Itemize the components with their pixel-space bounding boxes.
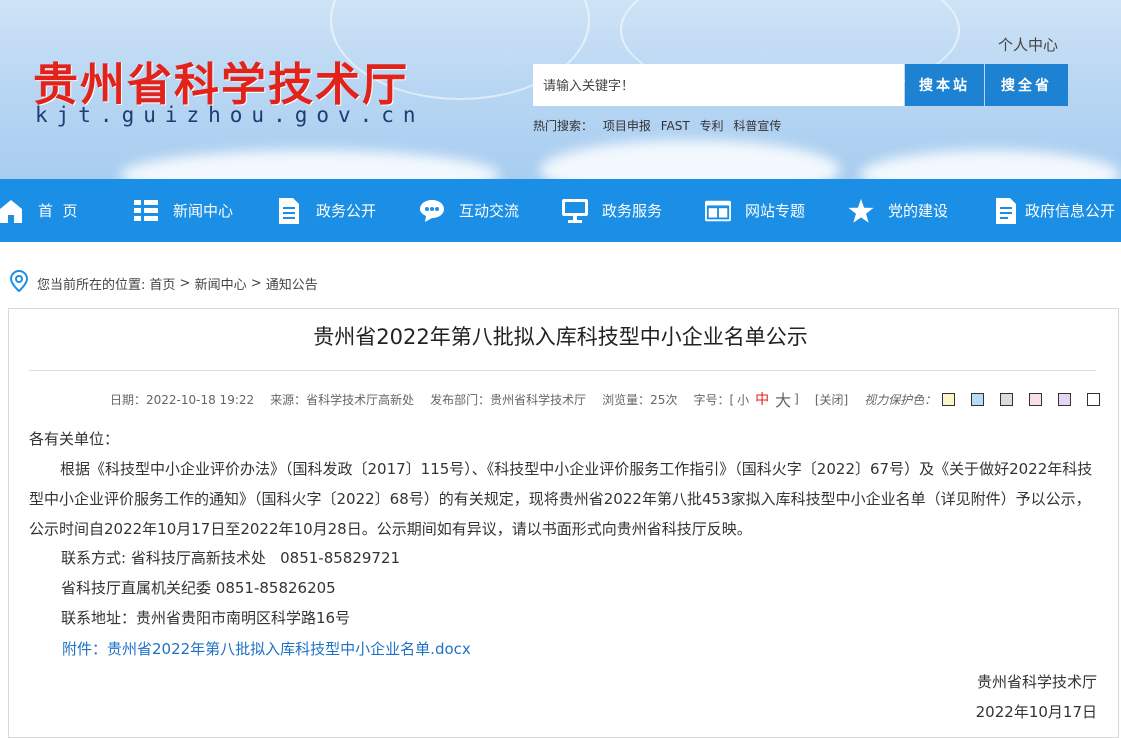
meta-dept: 发布部门：贵州省科学技术厅 — [430, 392, 587, 407]
eye-color-blue[interactable] — [971, 392, 985, 406]
title-divider — [29, 370, 1096, 371]
nav-label: 互动交流 — [459, 202, 520, 220]
chat-bubble-icon — [419, 198, 445, 224]
breadcrumb-item-notice[interactable]: 通知公告 — [266, 274, 318, 293]
hot-search-term[interactable]: 科普宣传 — [733, 119, 781, 133]
nav-label: 政务公开 — [316, 202, 377, 220]
nav-label: 政务服务 — [602, 202, 663, 220]
font-size-medium[interactable]: 中 — [755, 389, 769, 409]
hot-search-term[interactable]: FAST — [661, 119, 690, 133]
search-site-button[interactable]: 搜本站 — [905, 64, 984, 106]
nav-item-topics[interactable]: 网站专题 — [705, 179, 805, 242]
meta-date: 日期：2022-10-18 19:22 — [110, 392, 255, 407]
breadcrumb: 您当前所在的位置: 首页 > 新闻中心 > 通知公告 — [9, 269, 318, 296]
home-icon — [0, 198, 24, 224]
star-icon — [848, 198, 874, 224]
font-size-close-bracket: ] — [794, 392, 799, 406]
location-pin-icon — [9, 269, 29, 296]
article-title: 贵州省2022年第八批拟入库科技型中小企业名单公示 — [313, 325, 808, 349]
cloud-decoration — [860, 150, 1120, 179]
site-header: 贵州省科学技术厅 kjt.guizhou.gov.cn 个人中心 搜本站 搜全省… — [0, 0, 1121, 179]
hot-search: 热门搜索： 项目申报 FAST 专利 科普宣传 — [533, 117, 787, 134]
eye-protect-label: 视力保护色： — [864, 392, 937, 407]
nav-item-gov-affairs[interactable]: 政务公开 — [276, 179, 376, 242]
nav-item-home[interactable]: 首 页 — [0, 179, 78, 242]
cloud-decoration — [540, 140, 840, 179]
breadcrumb-separator: > — [175, 275, 195, 291]
hot-search-term[interactable]: 专利 — [699, 119, 723, 133]
search-input[interactable] — [533, 64, 904, 106]
site-domain: kjt.guizhou.gov.cn — [35, 103, 425, 127]
monitor-icon — [562, 198, 588, 224]
nav-label: 党的建设 — [888, 202, 949, 220]
eye-color-pink[interactable] — [1029, 392, 1043, 406]
hot-search-label: 热门搜索： — [533, 119, 594, 133]
nav-item-info-disclosure[interactable]: 政府信息公开 — [993, 179, 1115, 242]
breadcrumb-separator: > — [246, 275, 266, 291]
eye-color-purple[interactable] — [1058, 392, 1072, 406]
eye-color-yellow[interactable] — [942, 392, 956, 406]
search-province-button[interactable]: 搜全省 — [985, 64, 1068, 106]
contact-line-1: 联系方式: 省科技厅高新技术处 0851-85829721 — [61, 549, 401, 567]
breadcrumb-prefix: 您当前所在的位置: — [37, 277, 146, 293]
nav-label: 网站专题 — [745, 202, 806, 220]
article-paragraph: 根据《科技型中小企业评价办法》（国科发政〔2017〕115号）、《科技型中小企业… — [29, 460, 1093, 538]
meta-source: 来源：省科学技术厅高新处 — [270, 392, 415, 407]
nav-label: 政府信息公开 — [1025, 202, 1116, 220]
meta-views: 浏览量：25次 — [602, 392, 678, 407]
nav-item-party[interactable]: 党的建设 — [848, 179, 948, 242]
nav-item-interaction[interactable]: 互动交流 — [419, 179, 519, 242]
contact-address: 联系地址：贵州省贵阳市南明区科学路16号 — [61, 609, 351, 627]
nav-item-news[interactable]: 新闻中心 — [133, 179, 233, 242]
nav-label: 新闻中心 — [173, 202, 234, 220]
eye-color-gray[interactable] — [1000, 392, 1014, 406]
nav-item-gov-service[interactable]: 政务服务 — [562, 179, 662, 242]
salutation: 各有关单位： — [29, 430, 120, 448]
info-document-icon — [993, 197, 1019, 224]
contact-line-2: 省科技厅直属机关纪委 0851-85826205 — [61, 579, 336, 597]
main-nav: 首 页 新闻中心 政务公开 互动交流 政务服务 网站专题 党的建设 政府信息公开 — [0, 179, 1121, 242]
font-size-large[interactable]: 大 — [775, 387, 791, 411]
personal-center-link[interactable]: 个人中心 — [998, 34, 1058, 55]
topic-window-icon — [705, 198, 731, 224]
document-icon — [276, 197, 302, 224]
breadcrumb-item-news[interactable]: 新闻中心 — [195, 274, 247, 293]
attachment-link[interactable]: 附件：贵州省2022年第八批拟入库科技型中小企业名单.docx — [62, 634, 471, 664]
sign-date: 2022年10月17日 — [975, 703, 1097, 721]
font-size-small[interactable]: 小 — [737, 391, 749, 408]
hot-search-term[interactable]: 项目申报 — [603, 119, 651, 133]
news-grid-icon — [133, 198, 159, 224]
nav-label: 首 页 — [38, 202, 78, 220]
close-link[interactable]: [关闭] — [815, 391, 848, 408]
signer: 贵州省科学技术厅 — [976, 673, 1097, 691]
breadcrumb-item-home[interactable]: 首页 — [149, 274, 175, 293]
eye-color-white[interactable] — [1087, 392, 1101, 406]
article-meta: 日期：2022-10-18 19:22 来源：省科学技术厅高新处 发布部门：贵州… — [110, 387, 1116, 411]
font-size-label: 字号：[ — [693, 392, 735, 407]
cloud-decoration — [120, 150, 500, 179]
